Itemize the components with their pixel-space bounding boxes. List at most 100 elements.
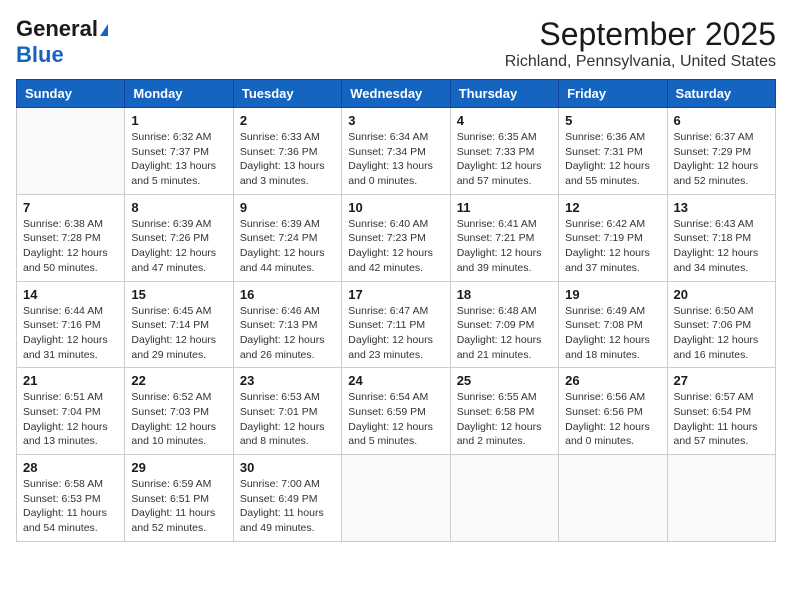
day-number: 14 (23, 287, 118, 302)
calendar-cell: 24 Sunrise: 6:54 AMSunset: 6:59 PMDayligh… (342, 368, 450, 455)
calendar-table: SundayMondayTuesdayWednesdayThursdayFrid… (16, 79, 776, 542)
calendar-cell: 7 Sunrise: 6:38 AMSunset: 7:28 PMDaylight… (17, 194, 125, 281)
day-number: 29 (131, 460, 226, 475)
logo-blue-text: Blue (16, 42, 64, 67)
week-row-1: 1 Sunrise: 6:32 AMSunset: 7:37 PMDaylight… (17, 108, 776, 195)
calendar-cell (667, 455, 775, 542)
calendar-cell: 28 Sunrise: 6:58 AMSunset: 6:53 PMDayligh… (17, 455, 125, 542)
day-info: Sunrise: 6:54 AMSunset: 6:59 PMDaylight:… (348, 390, 443, 449)
calendar-cell: 17Sunrise: 6:47 AMSunset: 7:11 PMDayligh… (342, 281, 450, 368)
weekday-header-friday: Friday (559, 80, 667, 108)
day-number: 24 (348, 373, 443, 388)
day-number: 18 (457, 287, 552, 302)
day-info: Sunrise: 6:48 AMSunset: 7:09 PMDaylight:… (457, 304, 552, 363)
calendar-cell: 30Sunrise: 7:00 AMSunset: 6:49 PMDayligh… (233, 455, 341, 542)
weekday-header-wednesday: Wednesday (342, 80, 450, 108)
calendar-cell: 14 Sunrise: 6:44 AMSunset: 7:16 PMDayligh… (17, 281, 125, 368)
calendar-cell (342, 455, 450, 542)
day-info: Sunrise: 6:58 AMSunset: 6:53 PMDaylight:… (23, 477, 118, 536)
day-number: 5 (565, 113, 660, 128)
day-info: Sunrise: 6:39 AMSunset: 7:26 PMDaylight:… (131, 217, 226, 276)
calendar-cell: 21Sunrise: 6:51 AMSunset: 7:04 PMDayligh… (17, 368, 125, 455)
title-area: September 2025 Richland, Pennsylvania, U… (505, 16, 776, 71)
day-info: Sunrise: 6:40 AMSunset: 7:23 PMDaylight:… (348, 217, 443, 276)
logo: General Blue (16, 16, 108, 68)
calendar-cell (17, 108, 125, 195)
calendar-cell: 4 Sunrise: 6:35 AMSunset: 7:33 PMDaylight… (450, 108, 558, 195)
day-number: 6 (674, 113, 769, 128)
calendar-cell: 6 Sunrise: 6:37 AMSunset: 7:29 PMDaylight… (667, 108, 775, 195)
day-info: Sunrise: 6:32 AMSunset: 7:37 PMDaylight:… (131, 130, 226, 189)
week-row-4: 21Sunrise: 6:51 AMSunset: 7:04 PMDayligh… (17, 368, 776, 455)
calendar-cell: 13Sunrise: 6:43 AMSunset: 7:18 PMDayligh… (667, 194, 775, 281)
day-number: 22 (131, 373, 226, 388)
calendar-cell (450, 455, 558, 542)
day-info: Sunrise: 6:51 AMSunset: 7:04 PMDaylight:… (23, 390, 118, 449)
day-info: Sunrise: 6:36 AMSunset: 7:31 PMDaylight:… (565, 130, 660, 189)
calendar-cell: 10Sunrise: 6:40 AMSunset: 7:23 PMDayligh… (342, 194, 450, 281)
weekday-header-monday: Monday (125, 80, 233, 108)
day-number: 4 (457, 113, 552, 128)
day-info: Sunrise: 6:34 AMSunset: 7:34 PMDaylight:… (348, 130, 443, 189)
day-number: 16 (240, 287, 335, 302)
day-number: 7 (23, 200, 118, 215)
day-number: 1 (131, 113, 226, 128)
day-number: 2 (240, 113, 335, 128)
day-number: 25 (457, 373, 552, 388)
weekday-header-row: SundayMondayTuesdayWednesdayThursdayFrid… (17, 80, 776, 108)
calendar-cell (559, 455, 667, 542)
day-info: Sunrise: 6:55 AMSunset: 6:58 PMDaylight:… (457, 390, 552, 449)
calendar-cell: 26 Sunrise: 6:56 AMSunset: 6:56 PMDayligh… (559, 368, 667, 455)
day-number: 9 (240, 200, 335, 215)
month-title: September 2025 (505, 16, 776, 53)
week-row-5: 28 Sunrise: 6:58 AMSunset: 6:53 PMDayligh… (17, 455, 776, 542)
weekday-header-saturday: Saturday (667, 80, 775, 108)
day-info: Sunrise: 6:59 AMSunset: 6:51 PMDaylight:… (131, 477, 226, 536)
day-info: Sunrise: 6:53 AMSunset: 7:01 PMDaylight:… (240, 390, 335, 449)
calendar-cell: 25 Sunrise: 6:55 AMSunset: 6:58 PMDayligh… (450, 368, 558, 455)
day-info: Sunrise: 6:56 AMSunset: 6:56 PMDaylight:… (565, 390, 660, 449)
day-number: 13 (674, 200, 769, 215)
day-info: Sunrise: 6:41 AMSunset: 7:21 PMDaylight:… (457, 217, 552, 276)
day-info: Sunrise: 6:42 AMSunset: 7:19 PMDaylight:… (565, 217, 660, 276)
day-number: 8 (131, 200, 226, 215)
calendar-cell: 11 Sunrise: 6:41 AMSunset: 7:21 PMDayligh… (450, 194, 558, 281)
day-info: Sunrise: 6:50 AMSunset: 7:06 PMDaylight:… (674, 304, 769, 363)
location-title: Richland, Pennsylvania, United States (505, 53, 776, 71)
day-info: Sunrise: 6:57 AMSunset: 6:54 PMDaylight:… (674, 390, 769, 449)
day-info: Sunrise: 6:39 AMSunset: 7:24 PMDaylight:… (240, 217, 335, 276)
day-info: Sunrise: 6:45 AMSunset: 7:14 PMDaylight:… (131, 304, 226, 363)
calendar-cell: 5 Sunrise: 6:36 AMSunset: 7:31 PMDaylight… (559, 108, 667, 195)
day-number: 28 (23, 460, 118, 475)
day-number: 23 (240, 373, 335, 388)
day-number: 3 (348, 113, 443, 128)
calendar-cell: 19Sunrise: 6:49 AMSunset: 7:08 PMDayligh… (559, 281, 667, 368)
week-row-3: 14 Sunrise: 6:44 AMSunset: 7:16 PMDayligh… (17, 281, 776, 368)
day-info: Sunrise: 6:37 AMSunset: 7:29 PMDaylight:… (674, 130, 769, 189)
weekday-header-tuesday: Tuesday (233, 80, 341, 108)
calendar-cell: 12 Sunrise: 6:42 AMSunset: 7:19 PMDayligh… (559, 194, 667, 281)
calendar-cell: 16 Sunrise: 6:46 AMSunset: 7:13 PMDayligh… (233, 281, 341, 368)
calendar-cell: 9 Sunrise: 6:39 AMSunset: 7:24 PMDaylight… (233, 194, 341, 281)
calendar-cell: 23 Sunrise: 6:53 AMSunset: 7:01 PMDayligh… (233, 368, 341, 455)
day-info: Sunrise: 6:46 AMSunset: 7:13 PMDaylight:… (240, 304, 335, 363)
calendar-cell: 15Sunrise: 6:45 AMSunset: 7:14 PMDayligh… (125, 281, 233, 368)
day-number: 27 (674, 373, 769, 388)
day-number: 26 (565, 373, 660, 388)
day-number: 30 (240, 460, 335, 475)
day-info: Sunrise: 6:38 AMSunset: 7:28 PMDaylight:… (23, 217, 118, 276)
day-info: Sunrise: 6:35 AMSunset: 7:33 PMDaylight:… (457, 130, 552, 189)
calendar-cell: 2 Sunrise: 6:33 AMSunset: 7:36 PMDaylight… (233, 108, 341, 195)
day-info: Sunrise: 6:52 AMSunset: 7:03 PMDaylight:… (131, 390, 226, 449)
calendar-cell: 8 Sunrise: 6:39 AMSunset: 7:26 PMDaylight… (125, 194, 233, 281)
calendar-cell: 3 Sunrise: 6:34 AMSunset: 7:34 PMDaylight… (342, 108, 450, 195)
day-info: Sunrise: 6:44 AMSunset: 7:16 PMDaylight:… (23, 304, 118, 363)
calendar-cell: 22 Sunrise: 6:52 AMSunset: 7:03 PMDayligh… (125, 368, 233, 455)
day-number: 11 (457, 200, 552, 215)
day-number: 12 (565, 200, 660, 215)
calendar-cell: 20Sunrise: 6:50 AMSunset: 7:06 PMDayligh… (667, 281, 775, 368)
calendar-cell: 29 Sunrise: 6:59 AMSunset: 6:51 PMDayligh… (125, 455, 233, 542)
logo-text: General (16, 16, 108, 42)
page-header: General Blue September 2025 Richland, Pe… (16, 16, 776, 71)
day-info: Sunrise: 6:33 AMSunset: 7:36 PMDaylight:… (240, 130, 335, 189)
